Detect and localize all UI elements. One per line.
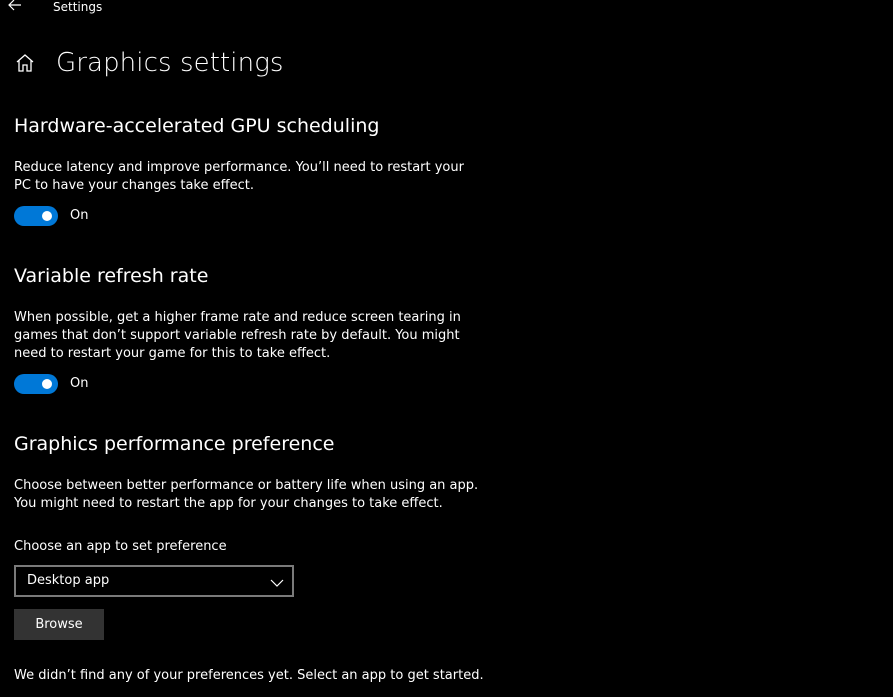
gpu-scheduling-description-line: PC to have your changes take effect. [14, 178, 254, 193]
chevron-down-icon [270, 572, 284, 591]
variable-refresh-description-line: When possible, get a higher frame rate a… [14, 310, 461, 325]
performance-preference-section: Graphics performance preference Choose b… [14, 432, 514, 685]
gpu-scheduling-toggle-label: On [70, 208, 89, 223]
toggle-knob [42, 379, 52, 389]
arrow-left-icon [8, 0, 22, 15]
gpu-scheduling-description-line: Reduce latency and improve performance. … [14, 160, 464, 175]
performance-preference-description: Choose between better performance or bat… [14, 477, 484, 513]
performance-preference-description-line: You might need to restart the app for yo… [14, 496, 443, 511]
performance-preference-description-line: Choose between better performance or bat… [14, 478, 479, 493]
page-header: Graphics settings [12, 47, 284, 79]
variable-refresh-toggle-label: On [70, 376, 89, 391]
home-icon[interactable] [12, 50, 38, 76]
performance-preference-title: Graphics performance preference [14, 433, 335, 455]
dropdown-value: Desktop app [27, 573, 110, 588]
title-bar: Settings [0, 0, 893, 16]
gpu-scheduling-toggle[interactable] [14, 206, 58, 226]
page-title: Graphics settings [56, 48, 284, 78]
toggle-knob [42, 211, 52, 221]
gpu-scheduling-toggle-row: On [14, 206, 464, 226]
browse-button[interactable]: Browse [14, 609, 104, 640]
app-type-dropdown[interactable]: Desktop app [14, 565, 294, 597]
choose-app-label: Choose an app to set preference [14, 539, 227, 554]
gpu-scheduling-section: Hardware-accelerated GPU scheduling Redu… [14, 114, 464, 226]
gpu-scheduling-title: Hardware-accelerated GPU scheduling [14, 115, 380, 137]
variable-refresh-description: When possible, get a higher frame rate a… [14, 309, 464, 363]
empty-preferences-message: We didn’t find any of your preferences y… [14, 668, 484, 683]
back-button[interactable] [0, 0, 30, 16]
window-title: Settings [53, 0, 103, 14]
variable-refresh-title: Variable refresh rate [14, 265, 209, 287]
gpu-scheduling-description: Reduce latency and improve performance. … [14, 159, 464, 195]
variable-refresh-description-line: need to restart your game for this to ta… [14, 346, 331, 361]
variable-refresh-description-line: games that don’t support variable refres… [14, 328, 460, 343]
variable-refresh-section: Variable refresh rate When possible, get… [14, 264, 464, 394]
variable-refresh-toggle[interactable] [14, 374, 58, 394]
variable-refresh-toggle-row: On [14, 374, 464, 394]
